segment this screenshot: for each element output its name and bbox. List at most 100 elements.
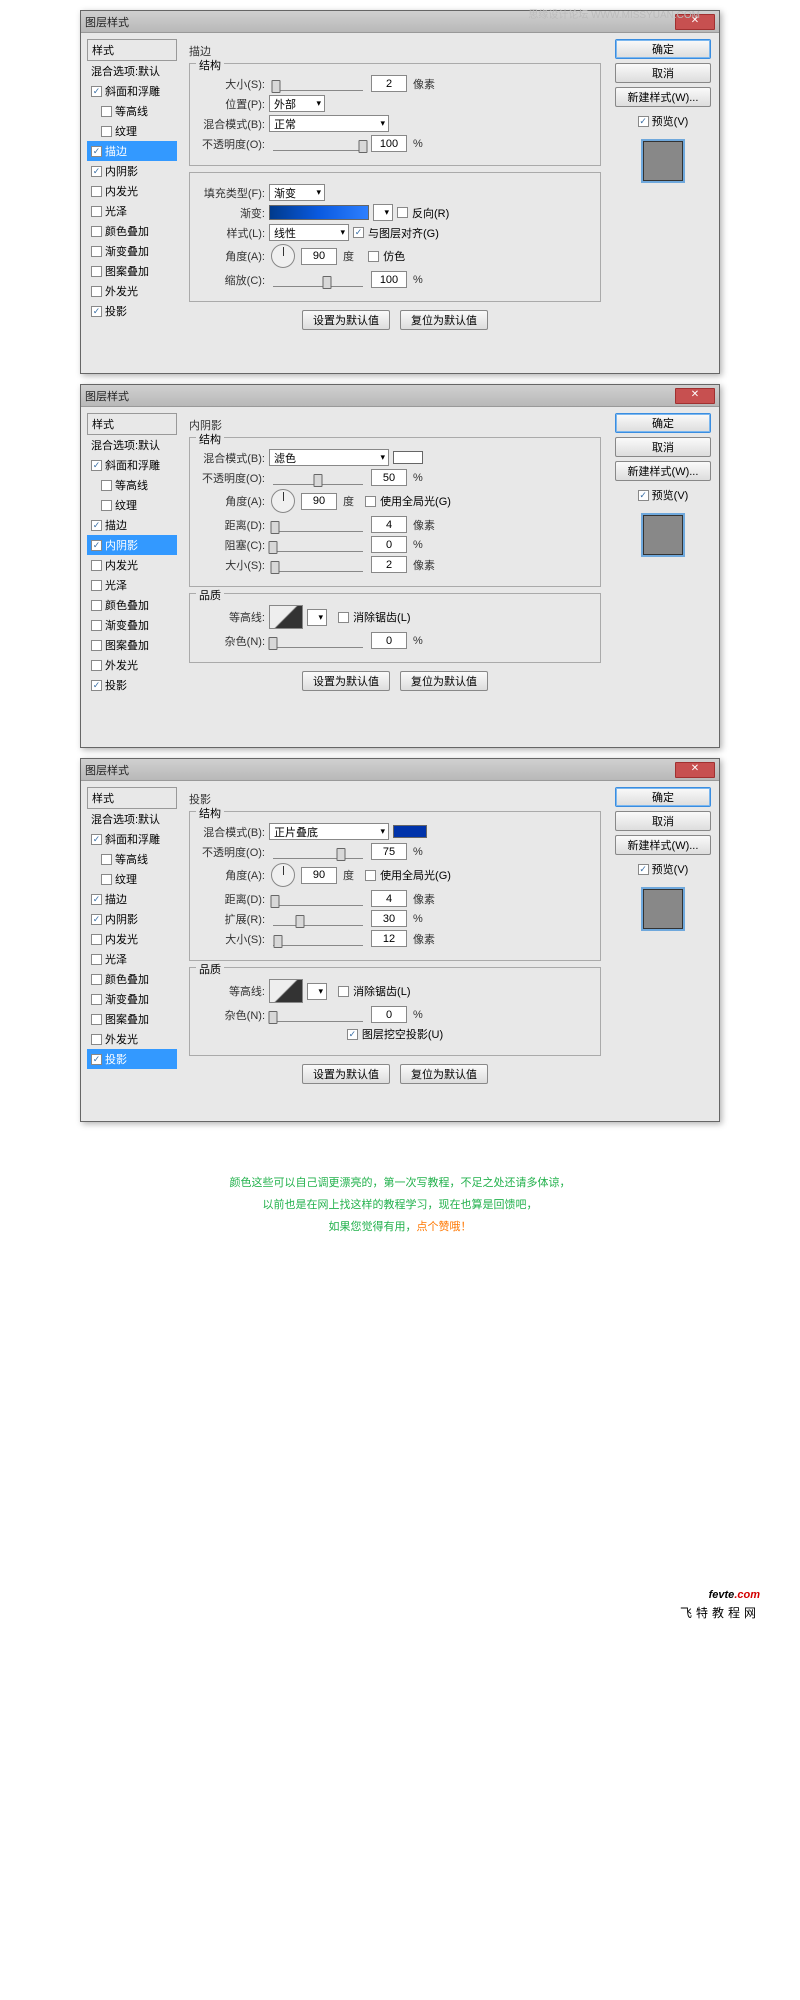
style-pattern-overlay[interactable]: 图案叠加 <box>87 1009 177 1029</box>
spread-slider[interactable] <box>273 912 363 926</box>
style-satin[interactable]: 光泽 <box>87 575 177 595</box>
color-swatch[interactable] <box>393 451 423 464</box>
opacity-slider[interactable] <box>273 137 363 151</box>
global-light-checkbox[interactable] <box>365 870 376 881</box>
scale-input[interactable] <box>371 271 407 288</box>
size-slider[interactable] <box>273 932 363 946</box>
make-default-button[interactable]: 设置为默认值 <box>302 1064 390 1084</box>
blend-options[interactable]: 混合选项:默认 <box>87 61 177 81</box>
blend-options[interactable]: 混合选项:默认 <box>87 809 177 829</box>
gradient-swatch[interactable] <box>269 205 369 220</box>
angle-input[interactable] <box>301 248 337 265</box>
noise-slider[interactable] <box>273 634 363 648</box>
scale-slider[interactable] <box>273 273 363 287</box>
ok-button[interactable]: 确定 <box>615 413 711 433</box>
style-pattern-overlay[interactable]: 图案叠加 <box>87 635 177 655</box>
style-inner-glow[interactable]: 内发光 <box>87 181 177 201</box>
size-slider[interactable] <box>273 558 363 572</box>
spread-input[interactable] <box>371 910 407 927</box>
size-input[interactable] <box>371 75 407 92</box>
close-icon[interactable]: ✕ <box>675 388 715 404</box>
style-gradient-overlay[interactable]: 渐变叠加 <box>87 615 177 635</box>
style-outer-glow[interactable]: 外发光 <box>87 1029 177 1049</box>
make-default-button[interactable]: 设置为默认值 <box>302 310 390 330</box>
blend-select[interactable]: 滤色 <box>269 449 389 466</box>
angle-dial[interactable] <box>271 489 295 513</box>
fill-type-select[interactable]: 渐变 <box>269 184 325 201</box>
size-input[interactable] <box>371 930 407 947</box>
style-contour[interactable]: 等高线 <box>87 475 177 495</box>
style-drop-shadow[interactable]: 投影 <box>87 301 177 321</box>
distance-input[interactable] <box>371 516 407 533</box>
cancel-button[interactable]: 取消 <box>615 63 711 83</box>
reset-default-button[interactable]: 复位为默认值 <box>400 1064 488 1084</box>
position-select[interactable]: 外部 <box>269 95 325 112</box>
opacity-input[interactable] <box>371 843 407 860</box>
opacity-input[interactable] <box>371 135 407 152</box>
style-inner-glow[interactable]: 内发光 <box>87 929 177 949</box>
style-drop-shadow[interactable]: 投影 <box>87 1049 177 1069</box>
angle-dial[interactable] <box>271 863 295 887</box>
style-stroke[interactable]: 描边 <box>87 889 177 909</box>
opacity-slider[interactable] <box>273 845 363 859</box>
style-inner-shadow[interactable]: 内阴影 <box>87 909 177 929</box>
blend-select[interactable]: 正常 <box>269 115 389 132</box>
style-inner-shadow[interactable]: 内阴影 <box>87 535 177 555</box>
color-swatch[interactable] <box>393 825 427 838</box>
knockout-checkbox[interactable] <box>347 1029 358 1040</box>
style-select[interactable]: 线性 <box>269 224 349 241</box>
noise-input[interactable] <box>371 632 407 649</box>
contour-picker[interactable] <box>269 979 303 1003</box>
align-checkbox[interactable] <box>353 227 364 238</box>
blend-options[interactable]: 混合选项:默认 <box>87 435 177 455</box>
noise-input[interactable] <box>371 1006 407 1023</box>
global-light-checkbox[interactable] <box>365 496 376 507</box>
reset-default-button[interactable]: 复位为默认值 <box>400 671 488 691</box>
style-outer-glow[interactable]: 外发光 <box>87 655 177 675</box>
size-slider[interactable] <box>273 77 363 91</box>
dither-checkbox[interactable] <box>368 251 379 262</box>
style-bevel[interactable]: 斜面和浮雕 <box>87 455 177 475</box>
choke-input[interactable] <box>371 536 407 553</box>
reset-default-button[interactable]: 复位为默认值 <box>400 310 488 330</box>
titlebar[interactable]: 图层样式 ✕ <box>81 385 719 407</box>
angle-dial[interactable] <box>271 244 295 268</box>
style-texture[interactable]: 纹理 <box>87 869 177 889</box>
style-stroke[interactable]: 描边 <box>87 515 177 535</box>
preview-checkbox[interactable] <box>638 864 649 875</box>
style-drop-shadow[interactable]: 投影 <box>87 675 177 695</box>
ok-button[interactable]: 确定 <box>615 39 711 59</box>
style-inner-glow[interactable]: 内发光 <box>87 555 177 575</box>
make-default-button[interactable]: 设置为默认值 <box>302 671 390 691</box>
titlebar[interactable]: 图层样式 ✕ <box>81 759 719 781</box>
style-inner-shadow[interactable]: 内阴影 <box>87 161 177 181</box>
gradient-dropdown-icon[interactable] <box>373 204 393 221</box>
style-color-overlay[interactable]: 颜色叠加 <box>87 969 177 989</box>
contour-dropdown-icon[interactable] <box>307 983 327 1000</box>
choke-slider[interactable] <box>273 538 363 552</box>
style-stroke[interactable]: 描边 <box>87 141 177 161</box>
distance-slider[interactable] <box>273 892 363 906</box>
style-satin[interactable]: 光泽 <box>87 949 177 969</box>
angle-input[interactable] <box>301 867 337 884</box>
style-color-overlay[interactable]: 颜色叠加 <box>87 595 177 615</box>
style-bevel[interactable]: 斜面和浮雕 <box>87 829 177 849</box>
blend-select[interactable]: 正片叠底 <box>269 823 389 840</box>
new-style-button[interactable]: 新建样式(W)... <box>615 87 711 107</box>
style-color-overlay[interactable]: 颜色叠加 <box>87 221 177 241</box>
preview-checkbox[interactable] <box>638 116 649 127</box>
style-texture[interactable]: 纹理 <box>87 121 177 141</box>
close-icon[interactable]: ✕ <box>675 762 715 778</box>
antialias-checkbox[interactable] <box>338 612 349 623</box>
style-pattern-overlay[interactable]: 图案叠加 <box>87 261 177 281</box>
style-contour[interactable]: 等高线 <box>87 849 177 869</box>
style-contour[interactable]: 等高线 <box>87 101 177 121</box>
distance-input[interactable] <box>371 890 407 907</box>
size-input[interactable] <box>371 556 407 573</box>
style-satin[interactable]: 光泽 <box>87 201 177 221</box>
ok-button[interactable]: 确定 <box>615 787 711 807</box>
style-gradient-overlay[interactable]: 渐变叠加 <box>87 241 177 261</box>
style-gradient-overlay[interactable]: 渐变叠加 <box>87 989 177 1009</box>
preview-checkbox[interactable] <box>638 490 649 501</box>
new-style-button[interactable]: 新建样式(W)... <box>615 461 711 481</box>
